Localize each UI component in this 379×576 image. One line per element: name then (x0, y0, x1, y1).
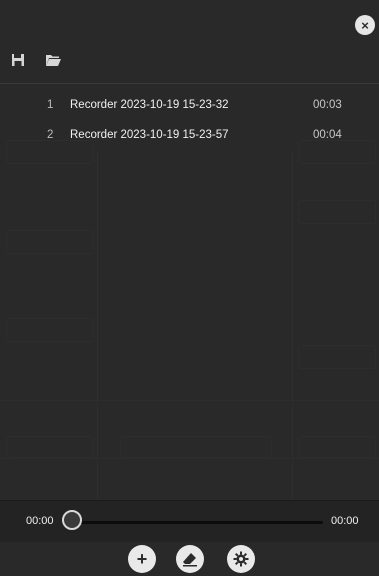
plus-icon: + (136, 548, 148, 569)
recording-name: Recorder 2023-10-19 15-23-57 (70, 129, 229, 141)
close-icon: × (361, 17, 369, 33)
seek-thumb[interactable] (62, 510, 82, 530)
recording-duration: 00:03 (313, 99, 342, 111)
recording-duration: 00:04 (313, 129, 342, 141)
add-button[interactable]: + (128, 545, 156, 573)
total-time: 00:00 (331, 515, 359, 527)
close-button[interactable]: × (355, 15, 375, 35)
seek-track[interactable] (80, 521, 323, 524)
list-item[interactable]: 2 Recorder 2023-10-19 15-23-57 00:04 (0, 122, 379, 152)
action-buttons: + (0, 545, 379, 575)
recording-name: Recorder 2023-10-19 15-23-32 (70, 99, 229, 111)
recording-index: 1 (47, 99, 54, 111)
eraser-icon (183, 553, 197, 567)
clear-button[interactable] (176, 545, 204, 573)
toolbar-divider (0, 83, 379, 84)
recordings-overlay: × 1 Recorder 2023-10-19 15-23-32 00:03 2… (0, 0, 379, 576)
settings-button[interactable] (227, 545, 255, 573)
recordings-list: 1 Recorder 2023-10-19 15-23-32 00:03 2 R… (0, 92, 379, 152)
gear-icon (233, 551, 249, 567)
playback-bar: 00:00 00:00 (0, 500, 379, 542)
list-item[interactable]: 1 Recorder 2023-10-19 15-23-32 00:03 (0, 92, 379, 122)
current-time: 00:00 (26, 515, 54, 527)
recording-index: 2 (47, 129, 54, 141)
save-icon[interactable] (11, 53, 25, 67)
folder-open-icon[interactable] (45, 53, 61, 67)
